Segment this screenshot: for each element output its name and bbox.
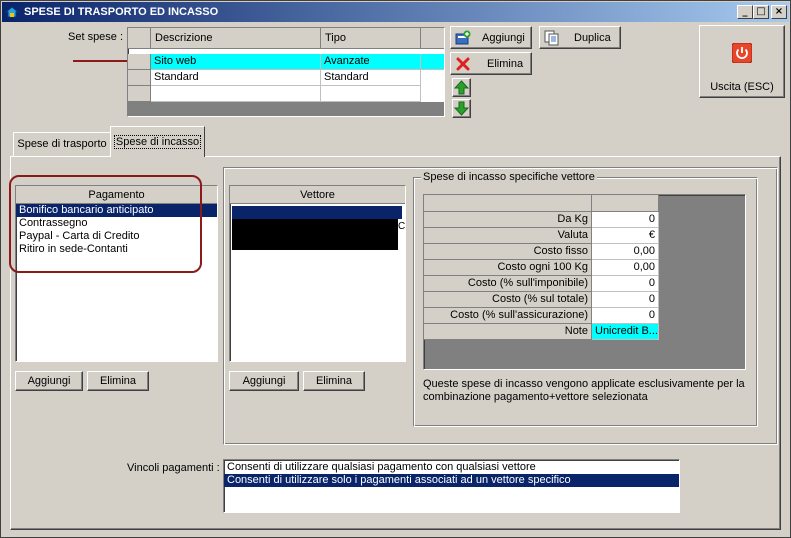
grid-empty-area	[128, 102, 444, 116]
move-up-button[interactable]	[452, 78, 471, 97]
duplica-label: Duplica	[574, 32, 611, 44]
vincoli-label: Vincoli pagamenti :	[127, 462, 220, 474]
spese-row-value-note[interactable]: Unicredit B...	[592, 324, 659, 340]
redacted-block	[232, 219, 398, 250]
spese-row-value[interactable]: 0	[592, 276, 659, 292]
aggiungi-label: Aggiungi	[482, 32, 525, 44]
tab-label: Spese di incasso	[113, 135, 202, 149]
spese-row-label: Note	[424, 324, 592, 340]
annotation-highlight	[9, 175, 202, 273]
elimina-label: Elimina	[487, 58, 524, 70]
grid-cell-descrizione[interactable]: Standard	[151, 70, 321, 86]
vincoli-list[interactable]: Consenti di utilizzare qualsiasi pagamen…	[223, 459, 680, 513]
move-down-button[interactable]	[452, 99, 471, 118]
spese-note-line1: Queste spese di incasso vengono applicat…	[423, 378, 745, 390]
uscita-label: Uscita (ESC)	[710, 81, 774, 93]
close-button[interactable]: ×	[771, 5, 787, 19]
minimize-button[interactable]: _	[737, 5, 753, 19]
spese-row-label: Valuta	[424, 228, 592, 244]
grid-row-filler	[421, 54, 444, 70]
spese-note-line2: combinazione pagamento+vettore seleziona…	[423, 391, 648, 403]
arrow-down-icon	[454, 101, 469, 116]
arrow-up-icon	[454, 80, 469, 95]
delete-x-icon	[456, 57, 470, 71]
spese-vettore-grid[interactable]: Da Kg 0 Valuta € Costo fisso 0,00 Costo …	[423, 194, 746, 370]
spese-grid-header	[592, 195, 659, 212]
uscita-button[interactable]: Uscita (ESC)	[699, 25, 785, 98]
tab-spese-di-incasso[interactable]: Spese di incasso	[110, 126, 205, 157]
spese-vettore-title: Spese di incasso specifiche vettore	[421, 171, 597, 183]
aggiungi-button[interactable]: Aggiungi	[450, 26, 532, 49]
vettore-overflow-text: C	[398, 221, 406, 232]
tab-spese-di-trasporto[interactable]: Spese di trasporto	[13, 132, 111, 156]
vincoli-option[interactable]: Consenti di utilizzare solo i pagamenti …	[224, 474, 679, 487]
spese-row-value[interactable]: 0,00	[592, 260, 659, 276]
elimina-button[interactable]: Elimina	[450, 52, 532, 75]
spese-row-value[interactable]: 0	[592, 212, 659, 228]
spese-row: Note Unicredit B...	[424, 324, 659, 340]
add-record-icon	[455, 30, 471, 45]
spese-row-value[interactable]: 0,00	[592, 244, 659, 260]
row-selector[interactable]	[128, 86, 151, 102]
spese-row-label: Costo fisso	[424, 244, 592, 260]
spese-row-label: Costo ogni 100 Kg	[424, 260, 592, 276]
set-spese-grid[interactable]: Descrizione Tipo Sito web Avanzate Stand…	[127, 27, 445, 117]
spese-grid-corner	[424, 195, 592, 212]
window-title: SPESE DI TRASPORTO ED INCASSO	[24, 6, 219, 18]
grid-corner	[128, 28, 151, 49]
spese-row: Costo ogni 100 Kg 0,00	[424, 260, 659, 276]
spese-row-value[interactable]: 0	[592, 308, 659, 324]
duplicate-icon	[544, 30, 559, 46]
pagamento-elimina-button[interactable]: Elimina	[87, 371, 149, 391]
main-window: SPESE DI TRASPORTO ED INCASSO _ □ × Set …	[0, 0, 791, 538]
vettore-item-selected[interactable]	[232, 206, 402, 219]
column-header-descrizione[interactable]: Descrizione	[151, 28, 321, 49]
app-icon	[5, 6, 19, 18]
row-selector[interactable]	[128, 54, 151, 70]
column-header-tipo[interactable]: Tipo	[321, 28, 421, 49]
maximize-button[interactable]: □	[753, 5, 769, 19]
spese-row: Costo fisso 0,00	[424, 244, 659, 260]
grid-cell-tipo[interactable]: Standard	[321, 70, 421, 86]
spese-row: Valuta €	[424, 228, 659, 244]
grid-header-filler	[421, 28, 444, 49]
vincoli-option[interactable]: Consenti di utilizzare qualsiasi pagamen…	[224, 461, 679, 474]
vettore-aggiungi-button[interactable]: Aggiungi	[229, 371, 299, 391]
spese-row: Costo (% sul totale) 0	[424, 292, 659, 308]
spese-row-label: Da Kg	[424, 212, 592, 228]
title-bar: SPESE DI TRASPORTO ED INCASSO _ □ ×	[2, 2, 789, 22]
vettore-list[interactable]: Vettore C	[229, 185, 406, 362]
vettore-header[interactable]: Vettore	[230, 186, 405, 204]
vettore-elimina-button[interactable]: Elimina	[303, 371, 365, 391]
grid-cell-descrizione[interactable]	[151, 86, 321, 102]
grid-cell-tipo[interactable]	[321, 86, 421, 102]
spese-row: Da Kg 0	[424, 212, 659, 228]
grid-cell-descrizione[interactable]: Sito web	[151, 54, 321, 70]
spese-row-label: Costo (% sull'imponibile)	[424, 276, 592, 292]
set-spese-label: Set spese :	[68, 31, 124, 43]
spese-row-label: Costo (% sul totale)	[424, 292, 592, 308]
spese-row: Costo (% sull'imponibile) 0	[424, 276, 659, 292]
grid-cell-tipo[interactable]: Avanzate	[321, 54, 421, 70]
spese-row-value[interactable]: 0	[592, 292, 659, 308]
pagamento-aggiungi-button[interactable]: Aggiungi	[15, 371, 83, 391]
spese-row: Costo (% sull'assicurazione) 0	[424, 308, 659, 324]
spese-row-value[interactable]: €	[592, 228, 659, 244]
duplica-button[interactable]: Duplica	[539, 26, 621, 49]
power-icon	[732, 43, 752, 63]
spese-row-label: Costo (% sull'assicurazione)	[424, 308, 592, 324]
row-selector[interactable]	[128, 70, 151, 86]
